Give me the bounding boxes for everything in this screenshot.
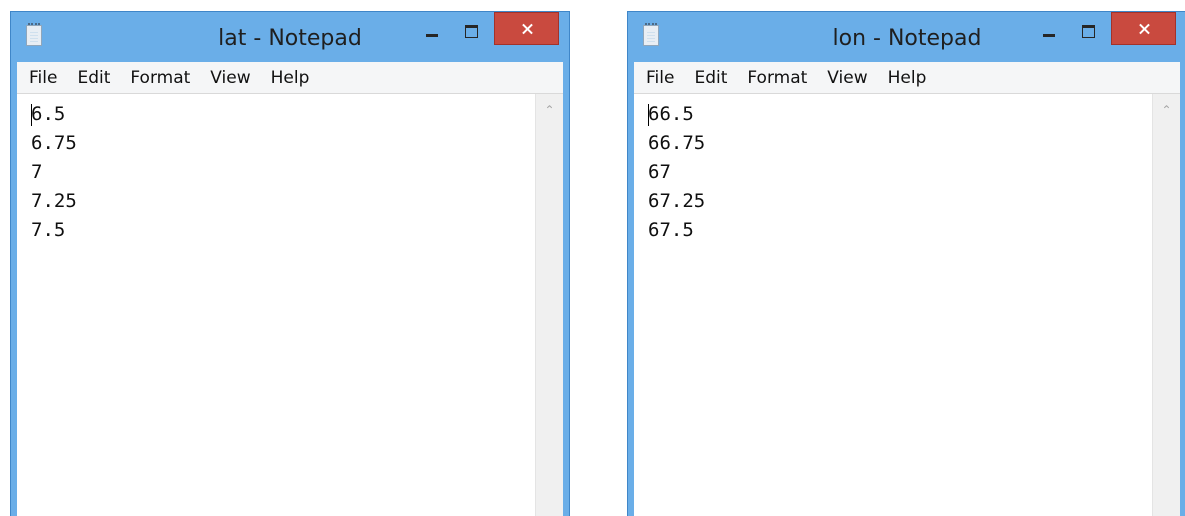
minimize-button[interactable] (1037, 24, 1061, 40)
vertical-scrollbar[interactable]: ⌃ (535, 94, 563, 516)
chevron-up-icon[interactable]: ⌃ (1153, 102, 1180, 118)
editor-text-area[interactable]: 66.5 66.75 67 67.25 67.5 (634, 94, 1152, 516)
menu-format[interactable]: Format (130, 68, 190, 88)
notepad-window-lon[interactable]: lon - Notepad File Edit Format View Help… (627, 11, 1185, 516)
menu-help[interactable]: Help (271, 68, 310, 88)
text-editor[interactable]: 66.5 66.75 67 67.25 67.5 ⌃ (634, 94, 1180, 516)
close-button[interactable] (494, 12, 559, 45)
text-line: 6.5 (31, 103, 66, 125)
menu-file[interactable]: File (29, 68, 57, 88)
text-caret (648, 104, 649, 126)
text-line: 67.5 (648, 219, 694, 241)
window-title: lat - Notepad (218, 26, 362, 51)
text-line: 67 (648, 161, 671, 183)
notepad-window-lat[interactable]: lat - Notepad File Edit Format View Help… (10, 11, 570, 516)
text-line: 66.5 (648, 103, 694, 125)
menu-view[interactable]: View (210, 68, 250, 88)
text-line: 7 (31, 161, 43, 183)
menu-file[interactable]: File (646, 68, 674, 88)
menu-edit[interactable]: Edit (694, 68, 727, 88)
vertical-scrollbar[interactable]: ⌃ (1152, 94, 1180, 516)
chevron-up-icon[interactable]: ⌃ (536, 102, 563, 118)
window-title: lon - Notepad (832, 26, 982, 51)
menu-help[interactable]: Help (888, 68, 927, 88)
text-line: 7.5 (31, 219, 66, 241)
menu-edit[interactable]: Edit (77, 68, 110, 88)
text-line: 7.25 (31, 190, 77, 212)
menu-bar: File Edit Format View Help (634, 62, 1180, 94)
title-bar[interactable]: lon - Notepad (628, 12, 1185, 62)
text-line: 67.25 (648, 190, 706, 212)
text-line: 6.75 (31, 132, 77, 154)
close-button[interactable] (1111, 12, 1176, 45)
minimize-button[interactable] (420, 24, 444, 40)
maximize-button[interactable] (459, 22, 483, 40)
text-caret (31, 104, 32, 126)
menu-view[interactable]: View (827, 68, 867, 88)
title-bar[interactable]: lat - Notepad (11, 12, 569, 62)
text-editor[interactable]: 6.5 6.75 7 7.25 7.5 ⌃ (17, 94, 563, 516)
menu-bar: File Edit Format View Help (17, 62, 563, 94)
text-line: 66.75 (648, 132, 706, 154)
editor-text-area[interactable]: 6.5 6.75 7 7.25 7.5 (17, 94, 535, 516)
menu-format[interactable]: Format (747, 68, 807, 88)
maximize-button[interactable] (1076, 22, 1100, 40)
